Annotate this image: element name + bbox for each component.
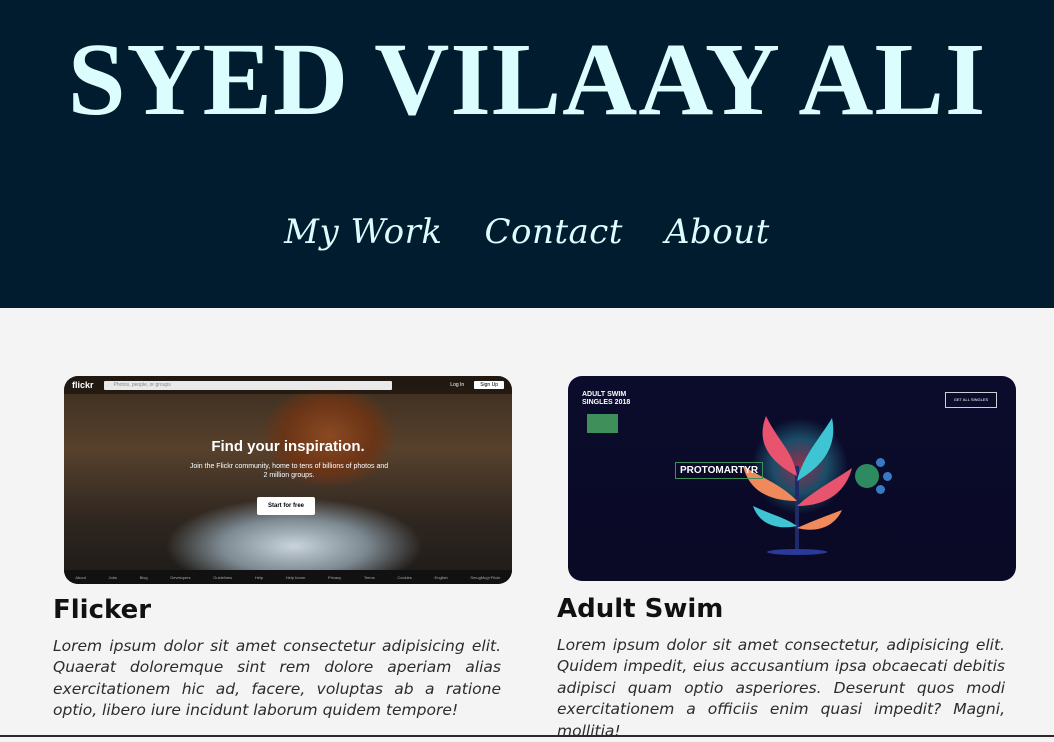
nav-link-my-work[interactable]: My Work [284, 212, 442, 252]
flickr-footer: About Jobs Blog Developers Guidelines He… [64, 570, 512, 584]
nav-link-about[interactable]: About [665, 212, 770, 252]
main-nav: My Work Contact About [0, 212, 1054, 252]
project-description: Lorem ipsum dolor sit amet consectetur, … [557, 635, 1005, 740]
flickr-signup: Sign Up [474, 381, 504, 389]
adult-swim-all-singles: GET ALL SINGLES [945, 392, 997, 408]
flickr-logo: flickr [72, 380, 94, 390]
project-screenshot-flicker[interactable]: flickr Photos, people, or groups Log In … [64, 376, 512, 584]
project-screenshot-adult-swim[interactable]: ADULT SWIM SINGLES 2018 GET ALL SINGLES … [568, 376, 1016, 581]
site-title: SYED VILAAY ALI [67, 22, 987, 137]
flickr-footer-link: Terms [363, 574, 375, 580]
flickr-footer-link: Help forum [285, 574, 306, 580]
flickr-footer-link: Help [254, 574, 264, 580]
share-icon [876, 458, 885, 467]
flickr-footer-link: Guidelines [213, 574, 233, 580]
flickr-footer-link: Jobs [108, 574, 117, 580]
flickr-headline: Find your inspiration. [211, 438, 365, 455]
adult-swim-brand-line: SINGLES 2018 [582, 399, 631, 407]
flickr-footer-link: About [75, 574, 86, 580]
project-title: Adult Swim [557, 594, 724, 624]
flickr-topbar: flickr Photos, people, or groups Log In … [64, 376, 512, 394]
flickr-footer-link: English [434, 574, 448, 580]
adult-swim-brand: ADULT SWIM SINGLES 2018 [582, 391, 630, 408]
adult-swim-artwork [743, 416, 852, 555]
adult-swim-badge [587, 414, 618, 433]
flickr-search-bar: Photos, people, or groups [103, 380, 392, 390]
flickr-login: Log In [450, 382, 465, 388]
flickr-footer-link: Blog [139, 574, 148, 580]
flickr-subtext: Join the Flickr community, home to tens … [189, 463, 389, 480]
project-description: Lorem ipsum dolor sit amet consectetur a… [53, 636, 501, 720]
nav-link-contact[interactable]: Contact [484, 212, 623, 252]
flickr-footer-link: Developers [170, 574, 191, 580]
site-header: SYED VILAAY ALI My Work Contact About [0, 0, 1054, 308]
flickr-footer-link: Cookies [397, 574, 412, 580]
play-icon [855, 464, 879, 488]
project-card-adult-swim: ADULT SWIM SINGLES 2018 GET ALL SINGLES … [557, 376, 1016, 742]
adult-swim-brand-line: ADULT SWIM [582, 391, 627, 398]
flickr-cta: Start for free [257, 497, 315, 515]
share-icon [876, 485, 885, 494]
share-icon [883, 472, 892, 481]
flickr-footer-link: SmugMug+Flickr [470, 574, 501, 580]
adult-swim-band-label: PROTOMARTYR [675, 462, 764, 479]
flickr-footer-link: Privacy [328, 574, 342, 580]
project-card-flicker: flickr Photos, people, or groups Log In … [53, 376, 512, 722]
project-title: Flicker [53, 595, 152, 625]
